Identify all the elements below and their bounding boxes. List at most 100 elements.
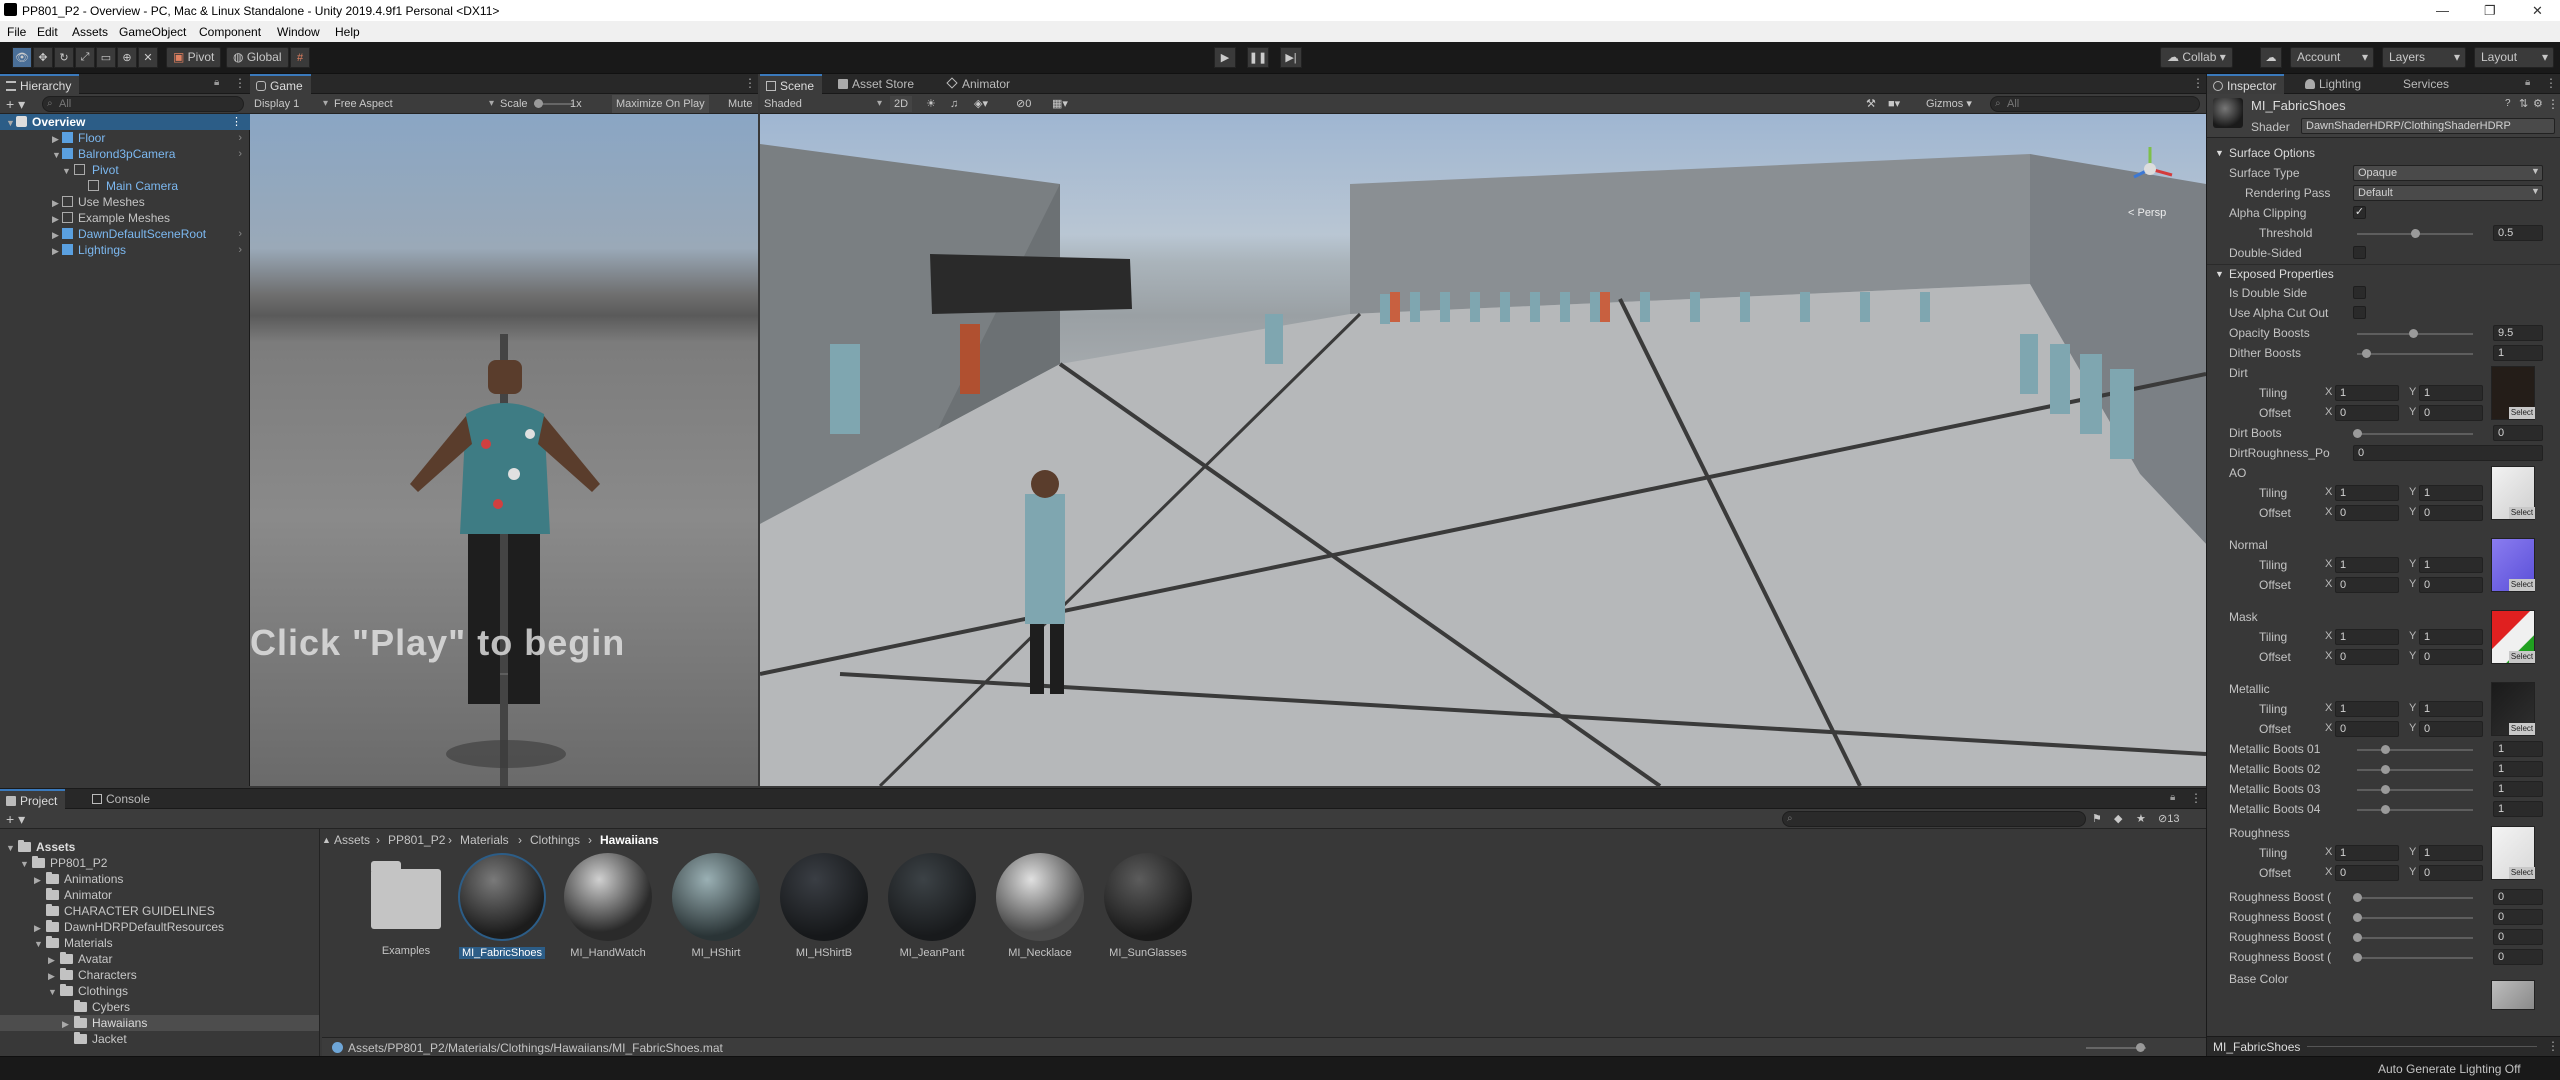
menu-window[interactable]: Window [277, 25, 320, 39]
preview-resize-handle[interactable] [2307, 1046, 2537, 1047]
double-sided-checkbox[interactable] [2353, 246, 2366, 259]
metallic-boots-02-slider[interactable] [2357, 769, 2473, 771]
cloud-icon[interactable]: ☁ [2260, 47, 2282, 68]
roughness-boost-1-slider[interactable] [2357, 897, 2473, 899]
menu-assets[interactable]: Assets [72, 25, 108, 39]
tab-lighting[interactable]: Lighting [2299, 74, 2369, 94]
ao-texture-slot[interactable]: Select [2491, 466, 2535, 520]
minimize-icon[interactable]: — [2436, 3, 2449, 18]
scene-menu-icon[interactable]: ⋮ [231, 114, 242, 130]
metallic-boots-02-knob[interactable] [2381, 765, 2390, 774]
lock-icon[interactable]: 🔒︎ [214, 77, 219, 88]
folder-item-clothings[interactable]: ▼ Clothings [0, 983, 319, 999]
chevron-right-icon[interactable]: › [238, 130, 242, 146]
threshold-slider-knob[interactable] [2411, 229, 2420, 238]
scene-viewport[interactable]: < Persp [760, 114, 2206, 786]
preset-icon[interactable]: ⇅ [2519, 97, 2528, 110]
lock-icon[interactable]: 🔒︎ [2170, 792, 2175, 803]
breadcrumb-materials[interactable]: Materials [460, 831, 509, 849]
chevron-right-icon[interactable]: › [238, 146, 242, 162]
create-add-button[interactable]: + ▾ [6, 96, 25, 112]
mask-tiling-y[interactable]: 1 [2419, 629, 2483, 645]
dirt-tiling-y[interactable]: 1 [2419, 385, 2483, 401]
asset-tile-hshirtb[interactable]: MI_HShirtB [774, 853, 874, 959]
panel-menu-icon[interactable]: ⋮ [744, 76, 756, 90]
create-add-button[interactable]: + ▾ [6, 811, 25, 827]
roughness-boost-2-slider[interactable] [2357, 917, 2473, 919]
ao-offset-x[interactable]: 0 [2335, 505, 2399, 521]
metallic-tiling-x[interactable]: 1 [2335, 701, 2399, 717]
rect-tool-icon[interactable]: ▭ [96, 47, 116, 68]
tab-inspector[interactable]: Inspector [2207, 74, 2285, 94]
hierarchy-search-input[interactable]: ⌕ All [42, 96, 244, 112]
scale-tool-icon[interactable]: ⤢ [75, 47, 95, 68]
normal-offset-y[interactable]: 0 [2419, 577, 2483, 593]
tab-console[interactable]: Console [86, 789, 158, 809]
folder-item-animations[interactable]: ▶ Animations [0, 871, 319, 887]
dither-boosts-slider-knob[interactable] [2362, 349, 2371, 358]
roughness-boost-2-value[interactable]: 0 [2493, 909, 2543, 925]
asset-tile-examples[interactable]: Examples [356, 853, 456, 957]
menu-file[interactable]: File [7, 25, 26, 39]
roughness-offset-y[interactable]: 0 [2419, 865, 2483, 881]
normal-tiling-x[interactable]: 1 [2335, 557, 2399, 573]
effects-dropdown-icon[interactable]: ◈▾ [974, 96, 988, 112]
panel-menu-icon[interactable]: ⋮ [2190, 791, 2202, 805]
metallic-boots-04-value[interactable]: 1 [2493, 801, 2543, 817]
mask-tiling-x[interactable]: 1 [2335, 629, 2399, 645]
scene-row[interactable]: ▼ Overview ⋮ [0, 114, 250, 130]
opacity-boosts-slider-knob[interactable] [2409, 329, 2418, 338]
mask-texture-slot[interactable]: Select [2491, 610, 2535, 664]
hidden-packages-toggle[interactable]: ⊘13 [2158, 811, 2179, 827]
global-toggle[interactable]: ◍ Global [226, 47, 289, 68]
mask-offset-y[interactable]: 0 [2419, 649, 2483, 665]
menu-gameobject[interactable]: GameObject [119, 25, 186, 39]
metallic-boots-02-value[interactable]: 1 [2493, 761, 2543, 777]
select-button[interactable]: Select [2509, 867, 2535, 879]
maximize-on-play-toggle[interactable]: Maximize On Play [612, 95, 709, 113]
metallic-offset-x[interactable]: 0 [2335, 721, 2399, 737]
favorite-star-icon[interactable]: ★ [2136, 811, 2146, 827]
folder-item-animator[interactable]: Animator [0, 887, 319, 903]
ao-tiling-x[interactable]: 1 [2335, 485, 2399, 501]
hierarchy-item-floor[interactable]: ▶ Floor › [0, 130, 250, 146]
roughness-tiling-x[interactable]: 1 [2335, 845, 2399, 861]
tab-asset-store[interactable]: Asset Store [832, 74, 922, 94]
menu-help[interactable]: Help [335, 25, 360, 39]
roughness-offset-x[interactable]: 0 [2335, 865, 2399, 881]
tools-icon[interactable]: ⚒ [1866, 96, 1876, 112]
alpha-clipping-checkbox[interactable]: ✓ [2353, 206, 2366, 219]
select-button[interactable]: Select [2509, 723, 2535, 735]
dirt-offset-x[interactable]: 0 [2335, 405, 2399, 421]
metallic-boots-01-knob[interactable] [2381, 745, 2390, 754]
dirt-texture-slot[interactable]: Select [2491, 366, 2535, 420]
mask-offset-x[interactable]: 0 [2335, 649, 2399, 665]
scale-slider[interactable] [534, 99, 574, 108]
metallic-boots-03-slider[interactable] [2357, 789, 2473, 791]
project-search-input[interactable]: ⌕ [1782, 811, 2086, 827]
base-color-texture-slot[interactable] [2491, 980, 2535, 1010]
surface-options-foldout[interactable]: ▼ Surface Options [2207, 144, 2560, 162]
component-menu-icon[interactable]: ⋮ [2547, 97, 2559, 111]
metallic-texture-slot[interactable]: Select [2491, 682, 2535, 736]
camera-dropdown-icon[interactable]: ■▾ [1888, 96, 1900, 112]
folder-item-guidelines[interactable]: CHARACTER GUIDELINES [0, 903, 319, 919]
asset-tile-hshirt[interactable]: MI_HShirt [666, 853, 766, 959]
select-button[interactable]: Select [2509, 651, 2535, 663]
mute-toggle[interactable]: Mute [728, 96, 752, 112]
folder-item-materials[interactable]: ▼ Materials [0, 935, 319, 951]
folder-item-jacket[interactable]: Jacket [0, 1031, 319, 1047]
metallic-boots-03-value[interactable]: 1 [2493, 781, 2543, 797]
select-button[interactable]: Select [2509, 507, 2535, 519]
breadcrumb-hawaiians[interactable]: Hawaiians [600, 831, 659, 849]
grid-snap-icon[interactable]: # [290, 47, 310, 68]
dirt-boots-slider-knob[interactable] [2353, 429, 2362, 438]
roughness-boost-3-slider[interactable] [2357, 937, 2473, 939]
dither-boosts-value[interactable]: 1 [2493, 345, 2543, 361]
threshold-value[interactable]: 0.5 [2493, 225, 2543, 241]
tab-scene[interactable]: Scene [760, 74, 823, 94]
metallic-offset-y[interactable]: 0 [2419, 721, 2483, 737]
filter-by-label-icon[interactable]: ◆ [2114, 811, 2122, 827]
menu-component[interactable]: Component [199, 25, 261, 39]
folder-item-cybers[interactable]: Cybers [0, 999, 319, 1015]
